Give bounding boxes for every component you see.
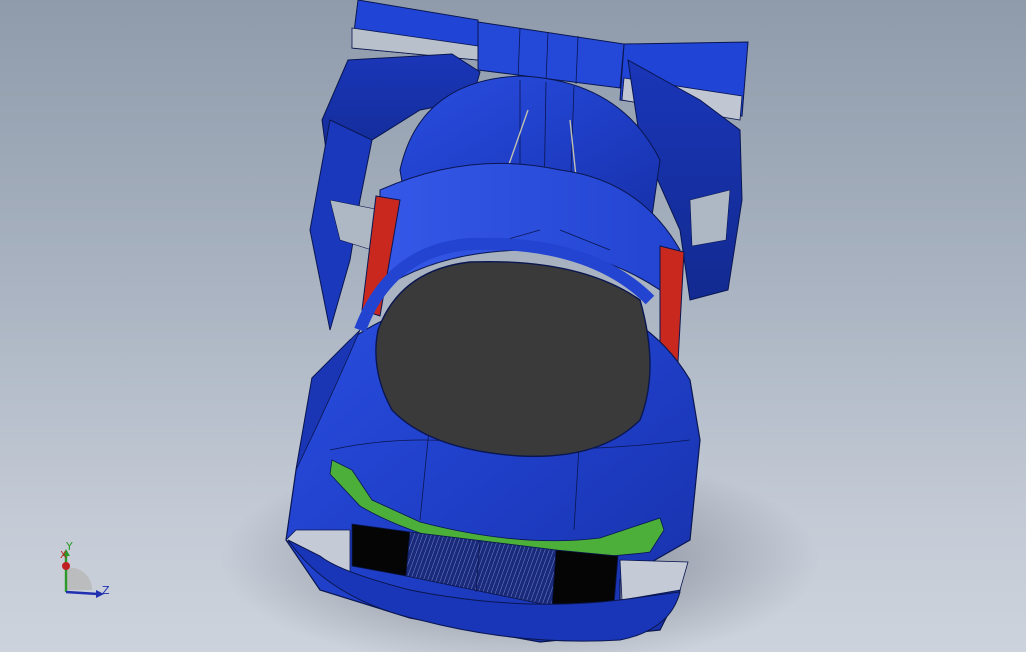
- triad-x-label: X: [60, 550, 67, 561]
- triad-arc: [66, 567, 93, 590]
- graphics-viewport[interactable]: Y X Z: [0, 0, 1026, 652]
- triad-z-axis: [65, 590, 99, 596]
- triad-y-label: Y: [66, 540, 73, 553]
- car-model-view[interactable]: [0, 0, 1026, 652]
- cockpit-canopy[interactable]: [375, 260, 651, 458]
- triad-x-axis: [62, 562, 70, 570]
- triad-z-label: Z: [102, 584, 110, 597]
- coordinate-triad: Y X Z: [54, 540, 114, 602]
